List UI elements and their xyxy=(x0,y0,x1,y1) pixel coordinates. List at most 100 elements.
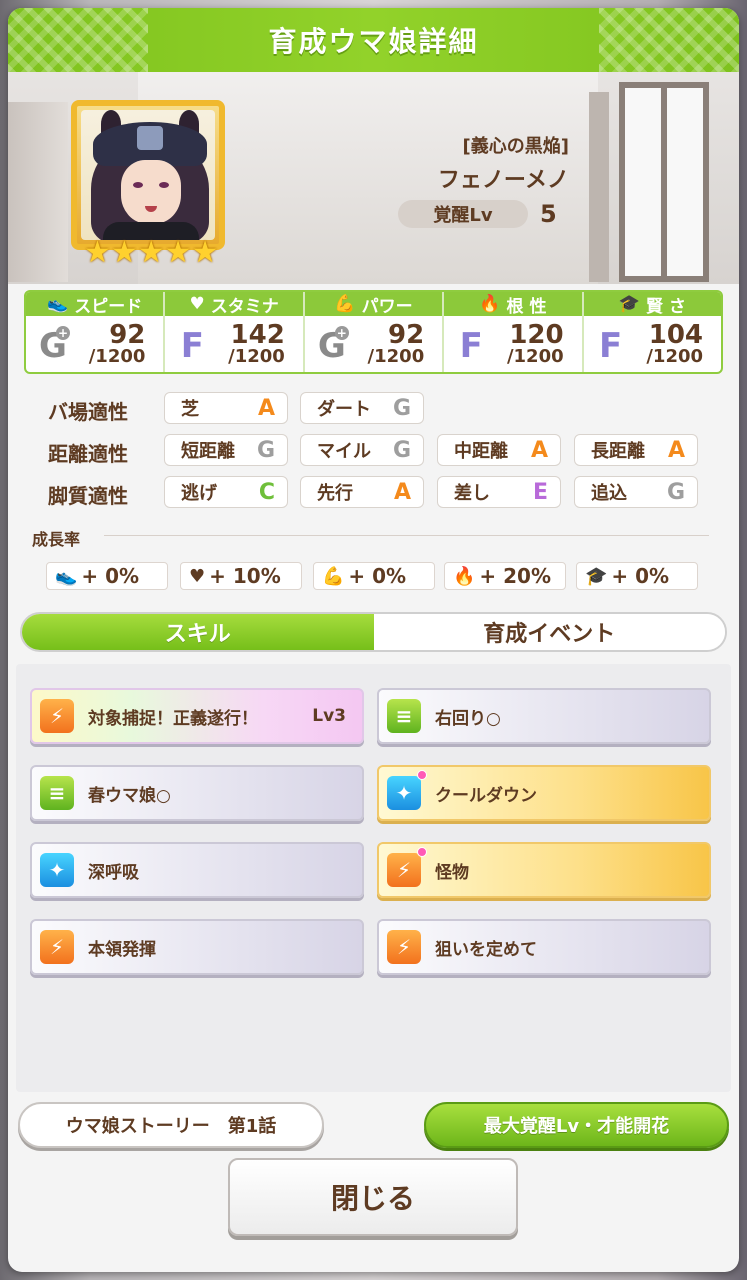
stat-label: 根 性 xyxy=(506,296,547,317)
stat-header: 🔥 根 性 xyxy=(444,292,582,317)
character-info: [義心の黒焔] フェノーメノ xyxy=(438,132,569,194)
apt-grade: A xyxy=(257,395,275,421)
track-icon: ≡ xyxy=(387,699,421,733)
apt-label: 脚質適性 xyxy=(48,484,128,508)
growth-value: + 20% xyxy=(479,564,552,588)
apt-name: マイル xyxy=(317,441,371,462)
star-icon: ★★★★★ xyxy=(84,235,219,270)
apt-name: 芝 xyxy=(181,399,199,420)
skill-item[interactable]: ⚡ 狙いを定めて xyxy=(377,919,711,975)
apt-label: 距離適性 xyxy=(48,442,128,466)
apt-cell: 芝A xyxy=(164,392,288,424)
shoe-icon: 👟 xyxy=(47,294,69,314)
apt-grade: G xyxy=(392,395,411,421)
portrait-face xyxy=(121,160,181,224)
growth-divider xyxy=(104,535,709,536)
track-aptitude-row: バ場適性 芝A ダート G xyxy=(8,392,739,432)
heart-icon: ♥ xyxy=(189,565,206,587)
apt-cell: 差し E xyxy=(437,476,561,508)
stat-max: /1200 xyxy=(228,346,285,367)
growth-guts: 🔥 + 20% xyxy=(444,562,566,590)
sparkle-icon: ✦ xyxy=(40,853,74,887)
apt-grade: G xyxy=(256,437,275,463)
skill-name: 狙いを定めて xyxy=(435,939,537,960)
skill-item[interactable]: ✦ クールダウン xyxy=(377,765,711,821)
style-aptitude-row: 脚質適性 逃げ C 先行 A 差し E 追込 G xyxy=(8,476,739,516)
apt-grade: C xyxy=(258,479,275,505)
growth-rate-label: 成長率 xyxy=(32,530,81,549)
stat-rank: F xyxy=(180,326,205,366)
stat-body: G + 92 /1200 xyxy=(305,316,442,372)
stat-header: 💪 パワー xyxy=(304,292,443,317)
apt-grade: G xyxy=(392,437,411,463)
growth-value: + 0% xyxy=(81,564,140,588)
apt-cell: マイル G xyxy=(300,434,424,466)
apt-name: 逃げ xyxy=(181,483,217,504)
apt-name: 短距離 xyxy=(181,441,235,462)
stat-header: 🎓 賢 さ xyxy=(583,292,721,317)
apt-cell: 逃げ C xyxy=(164,476,288,508)
apt-grade: A xyxy=(393,479,411,505)
tab-training-events[interactable]: 育成イベント xyxy=(373,614,725,650)
skill-item[interactable]: ⚡ 本領発揮 xyxy=(30,919,364,975)
title-pattern-left xyxy=(8,8,148,72)
skills-panel: ⚡ 対象捕捉！正義遂行！ Lv3 ≡ 右回り○ ≡ 春ウマ娘○ ✦ クールダウン… xyxy=(16,664,731,1092)
new-indicator-dot xyxy=(417,847,427,857)
character-name: フェノーメノ xyxy=(437,168,569,193)
awaken-level-row: 覚醒Lv 5 xyxy=(398,200,557,228)
max-awaken-button[interactable]: 最大覚醒Lv・才能開花 xyxy=(424,1102,729,1148)
skill-name: 対象捕捉！正義遂行！ xyxy=(88,708,258,729)
stat-speed: 👟 スピード G + 92 /1200 xyxy=(26,292,166,372)
heart-icon: ♥ xyxy=(189,294,205,314)
skill-item[interactable]: ✦ 深呼吸 xyxy=(30,842,364,898)
apt-cell: 短距離 G xyxy=(164,434,288,466)
character-epithet: [義心の黒焔] xyxy=(462,136,569,157)
stat-max: /1200 xyxy=(506,346,564,367)
running-figure-icon: ⚡ xyxy=(387,847,427,887)
portrait-eye-right xyxy=(159,182,169,188)
apt-cell: 追込 G xyxy=(574,476,698,508)
stat-label: スタミナ xyxy=(210,296,279,317)
sparkle-icon: ✦ xyxy=(387,770,427,810)
portrait-image xyxy=(81,110,215,240)
stat-power: 💪 パワー G + 92 /1200 xyxy=(304,292,445,372)
character-portrait[interactable] xyxy=(71,100,225,250)
skill-item[interactable]: ≡ 春ウマ娘○ xyxy=(30,765,364,821)
close-button[interactable]: 閉じる xyxy=(228,1158,518,1236)
trainee-detail-dialog: 育成ウマ娘詳細 ★★★★★ [義心の黒焔] フェノーメノ 覚醒Lv 5 👟 スピ… xyxy=(8,8,739,1272)
growth-value: + 0% xyxy=(348,564,407,588)
graduation-cap-icon: 🎓 xyxy=(585,565,608,587)
tab-skills[interactable]: スキル xyxy=(22,614,374,650)
apt-cell: 長距離 A xyxy=(574,434,698,466)
title-bar: 育成ウマ娘詳細 xyxy=(8,8,739,72)
stat-max: /1200 xyxy=(646,346,704,367)
character-hero: ★★★★★ [義心の黒焔] フェノーメノ 覚醒Lv 5 xyxy=(8,72,739,284)
skill-item[interactable]: ≡ 右回り○ xyxy=(377,688,711,744)
growth-stamina: ♥ + 10% xyxy=(180,562,302,590)
skill-name: 怪物 xyxy=(435,862,469,883)
skill-level: Lv3 xyxy=(312,706,346,726)
awaken-level-label: 覚醒Lv xyxy=(398,200,528,228)
skill-item[interactable]: ⚡ 怪物 xyxy=(377,842,711,898)
title-pattern-right xyxy=(599,8,739,72)
stat-label: スピード xyxy=(74,296,143,317)
growth-speed: 👟 + 0% xyxy=(46,562,168,590)
dialog-title: 育成ウマ娘詳細 xyxy=(268,25,479,58)
rarity-stars: ★★★★★ xyxy=(84,238,218,268)
skill-name: 春ウマ娘○ xyxy=(88,785,171,806)
awaken-level-value: 5 xyxy=(540,200,557,228)
stat-header: 👟 スピード xyxy=(26,292,164,317)
apt-name: ダート xyxy=(317,399,371,420)
apt-grade: A xyxy=(667,437,685,463)
apt-name: 差し xyxy=(454,483,490,504)
portrait-cap-badge xyxy=(137,126,163,150)
umamusume-story-button[interactable]: ウマ娘ストーリー 第1話 xyxy=(18,1102,324,1148)
muscle-icon: 💪 xyxy=(322,565,345,587)
skill-name: 本領発揮 xyxy=(88,939,156,960)
stat-max: /1200 xyxy=(367,346,425,367)
background-pillar xyxy=(589,92,609,282)
apt-label: バ場適性 xyxy=(48,400,128,424)
apt-cell: ダート G xyxy=(300,392,424,424)
skill-item[interactable]: ⚡ 対象捕捉！正義遂行！ Lv3 xyxy=(30,688,364,744)
stat-label: パワー xyxy=(361,296,413,317)
